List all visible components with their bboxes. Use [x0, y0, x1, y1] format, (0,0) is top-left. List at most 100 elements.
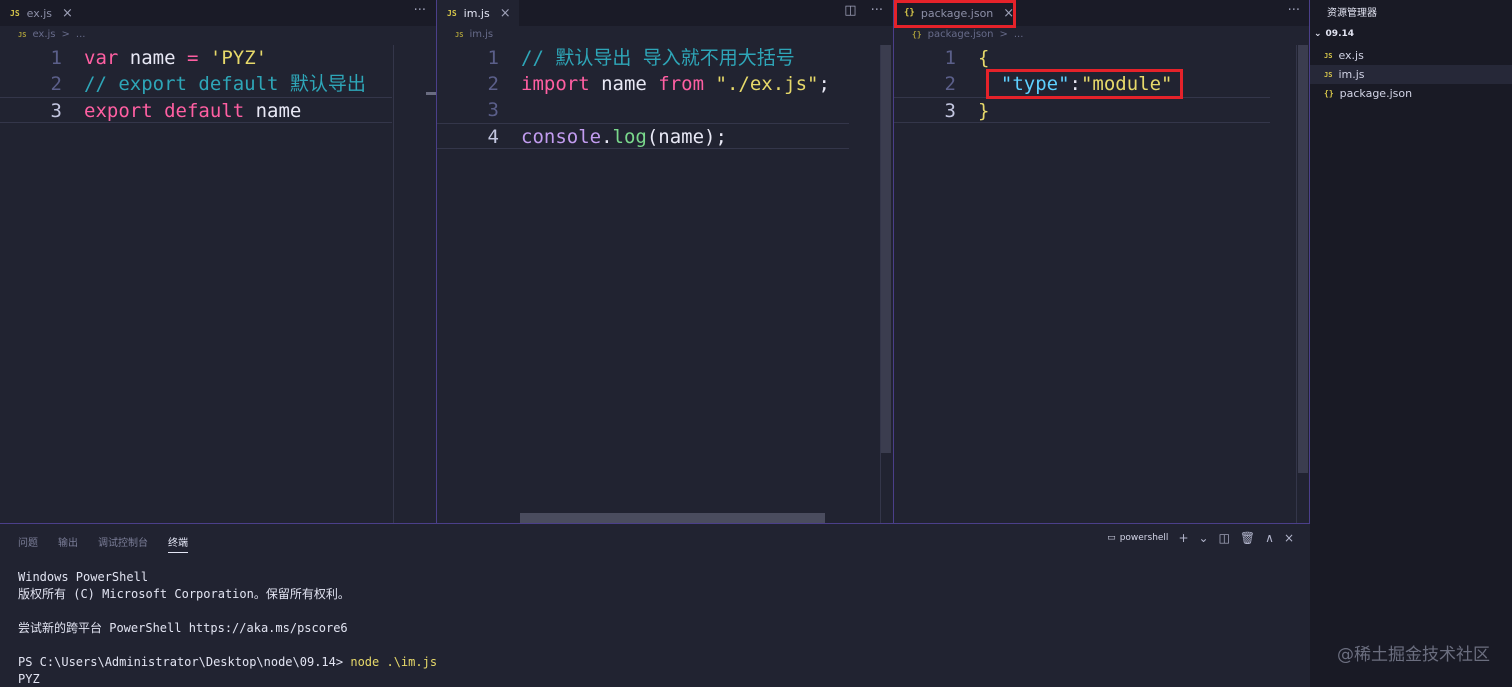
code-token: // 默认导出 导入就不用大括号 — [521, 47, 795, 69]
code-line[interactable]: 3 export default name — [0, 97, 392, 123]
vertical-scrollbar[interactable] — [1298, 45, 1308, 473]
code-text: var name = 'PYZ' — [84, 45, 267, 71]
code-line[interactable]: 2 import name from "./ex.js"; — [437, 71, 849, 97]
terminal-line: PYZ — [18, 672, 40, 686]
more-actions-icon[interactable]: ··· — [1288, 3, 1300, 18]
editor-actions: ◫ ··· — [844, 3, 883, 18]
code-token: name — [118, 47, 187, 69]
minimap-divider — [1296, 45, 1297, 523]
code-token: console — [521, 126, 602, 148]
chevron-down-icon[interactable]: ⌄ — [1199, 531, 1209, 545]
line-number: 2 — [944, 73, 956, 95]
breadcrumb-separator: > — [61, 29, 70, 40]
code-text: export default name — [84, 98, 301, 124]
code-token: = — [186, 47, 199, 69]
explorer-file-ex-js[interactable]: JS ex.js — [1310, 46, 1512, 65]
terminal-output[interactable]: Windows PowerShell 版权所有 (C) Microsoft Cor… — [18, 569, 437, 687]
folder-label: 09.14 — [1325, 29, 1355, 39]
editor-pane-ex-js: JS ex.js × ··· JS ex.js > ... 1 var name … — [0, 0, 436, 523]
code-token: 'PYZ' — [209, 47, 268, 69]
code-line[interactable]: 1 var name = 'PYZ' — [0, 45, 392, 71]
editor-actions: ··· — [414, 3, 426, 18]
shell-label: powershell — [1119, 533, 1169, 543]
breadcrumb-more[interactable]: ... — [76, 29, 86, 40]
tab-terminal[interactable]: 终端 — [168, 534, 188, 553]
code-token: . — [601, 126, 613, 148]
file-label: package.json — [1339, 87, 1413, 100]
code-line[interactable]: 4 console.log(name); — [437, 123, 849, 149]
vertical-scrollbar[interactable] — [426, 92, 436, 95]
editor-pane-im-js: JS im.js × ◫ ··· JS im.js 1 // 默认导出 导入就不用… — [437, 0, 893, 523]
tab-im-js[interactable]: JS im.js × — [437, 0, 519, 26]
close-panel-icon[interactable]: × — [1284, 531, 1294, 545]
terminal-panel: 问题 输出 调试控制台 终端 ▭ powershell + ⌄ ◫ 🗑 ∧ × … — [0, 523, 1310, 687]
code-token: "./ex.js" — [715, 73, 819, 95]
line-number: 2 — [50, 73, 62, 95]
js-file-icon: JS — [1324, 51, 1333, 60]
code-token: export — [84, 100, 153, 122]
tab-debug-console[interactable]: 调试控制台 — [98, 534, 148, 553]
code-token: import — [521, 73, 590, 95]
shell-selector[interactable]: ▭ powershell — [1107, 533, 1168, 543]
folder-09-14[interactable]: ⌄ 09.14 — [1314, 29, 1354, 39]
terminal-icon: ▭ — [1107, 533, 1116, 543]
js-file-icon: JS — [455, 30, 464, 39]
breadcrumb: {} package.json > ... — [912, 29, 1023, 40]
tab-problems[interactable]: 问题 — [18, 534, 38, 553]
close-icon[interactable]: × — [500, 6, 511, 21]
code-token: name — [589, 73, 659, 95]
more-actions-icon[interactable]: ··· — [871, 3, 883, 18]
editor-actions: ··· — [1288, 3, 1300, 18]
line-number: 1 — [944, 47, 956, 69]
code-token: var — [84, 47, 119, 69]
breadcrumb-file[interactable]: im.js — [469, 29, 493, 40]
line-number: 4 — [487, 126, 499, 148]
breadcrumb: JS ex.js > ... — [18, 29, 85, 40]
terminal-toolbar: ▭ powershell + ⌄ ◫ 🗑 ∧ × — [1107, 531, 1294, 545]
tab-ex-js[interactable]: JS ex.js × — [0, 0, 81, 26]
code-line[interactable]: 3} — [894, 97, 1270, 123]
line-number: 3 — [944, 100, 956, 122]
breadcrumb-more[interactable]: ... — [1014, 29, 1024, 40]
tab-label: ex.js — [26, 6, 53, 20]
json-file-icon: {} — [1324, 89, 1334, 98]
explorer-file-im-js[interactable]: JS im.js — [1310, 65, 1512, 84]
maximize-panel-icon[interactable]: ∧ — [1265, 531, 1274, 545]
terminal-line: PS C:\Users\Administrator\Desktop\node\0… — [18, 654, 437, 671]
line-number: 1 — [50, 47, 62, 69]
code-line[interactable]: 1{ — [894, 45, 1270, 71]
line-number: 2 — [487, 73, 499, 95]
more-actions-icon[interactable]: ··· — [414, 3, 426, 18]
chevron-down-icon: ⌄ — [1314, 29, 1322, 39]
explorer-title: 资源管理器 — [1327, 8, 1377, 19]
split-editor-icon[interactable]: ◫ — [844, 3, 856, 18]
code-line[interactable]: 2 // export default 默认导出 — [0, 71, 392, 97]
close-icon[interactable]: × — [1003, 6, 1014, 21]
editor-pane-package-json: {} package.json × ··· {} package.json > … — [894, 0, 1310, 523]
close-icon[interactable]: × — [62, 6, 73, 21]
tab-package-json[interactable]: {} package.json × — [894, 0, 1023, 26]
code-area[interactable]: 1 var name = 'PYZ' 2 // export default 默认导出… — [0, 45, 392, 123]
add-terminal-icon[interactable]: + — [1178, 531, 1188, 545]
code-token: { — [978, 47, 990, 69]
code-text: // 默认导出 导入就不用大括号 — [521, 45, 795, 71]
tab-bar: JS ex.js × ··· — [0, 0, 436, 26]
breadcrumb-file[interactable]: ex.js — [32, 29, 55, 40]
breadcrumb-file[interactable]: package.json — [928, 29, 994, 40]
code-area[interactable]: 1 // 默认导出 导入就不用大括号 2 import name from "./ex… — [437, 45, 849, 149]
tab-output[interactable]: 输出 — [58, 534, 78, 553]
code-line[interactable]: 1 // 默认导出 导入就不用大括号 — [437, 45, 849, 71]
code-line[interactable]: 3 — [437, 97, 849, 123]
breadcrumb-separator: > — [999, 29, 1008, 40]
horizontal-scrollbar[interactable] — [520, 513, 825, 523]
explorer-file-package-json[interactable]: {} package.json — [1310, 84, 1512, 103]
code-token: from — [658, 73, 705, 95]
split-terminal-icon[interactable]: ◫ — [1219, 531, 1230, 545]
trash-icon[interactable]: 🗑 — [1240, 531, 1255, 545]
file-label: im.js — [1338, 68, 1365, 81]
vertical-scrollbar[interactable] — [881, 45, 891, 453]
terminal-line: 版权所有 (C) Microsoft Corporation。保留所有权利。 — [18, 587, 350, 601]
